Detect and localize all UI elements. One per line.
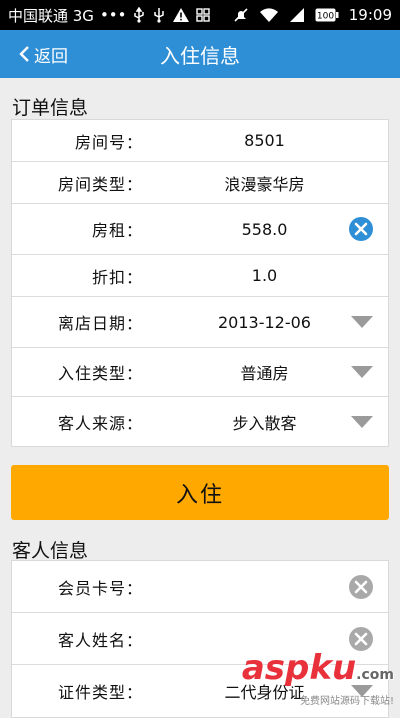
dropdown-arrow-icon[interactable]: [350, 415, 374, 429]
field-label: 离店日期：: [48, 310, 143, 334]
field-label: 房间号：: [48, 129, 143, 153]
field-label: 入住类型：: [48, 360, 143, 384]
guest-field-row: 客人姓名：: [12, 613, 388, 665]
clear-icon[interactable]: [348, 574, 374, 600]
usb-icon: [132, 7, 146, 23]
order-field-row: 房间类型： 浪漫豪华房: [12, 162, 388, 204]
guest-info-card: 会员卡号： 客人姓名： 证件类型： 二代身份证: [11, 560, 389, 718]
wifi-icon: [259, 7, 279, 23]
signal-icon: [289, 7, 305, 23]
order-section-title: 订单信息: [12, 93, 88, 120]
guest-field-row[interactable]: 证件类型： 二代身份证: [12, 665, 388, 717]
clear-icon[interactable]: [348, 216, 374, 242]
order-field-row: 房间号： 8501: [12, 120, 388, 162]
field-value[interactable]: 558.0: [172, 220, 357, 239]
order-field-row: 折扣： 1.0: [12, 255, 388, 297]
clock: 19:09: [349, 6, 392, 24]
checkin-button[interactable]: 入住: [11, 465, 389, 520]
field-label: 客人姓名：: [48, 627, 143, 651]
dropdown-arrow-icon[interactable]: [350, 684, 374, 698]
field-label: 房租：: [48, 217, 143, 241]
field-value[interactable]: 二代身份证: [172, 679, 357, 703]
order-field-row[interactable]: 入住类型： 普通房: [12, 348, 388, 397]
order-field-row[interactable]: 客人来源： 步入散客: [12, 397, 388, 446]
carrier-label: 中国联通 3G: [8, 5, 94, 26]
field-value[interactable]: 浪漫豪华房: [172, 171, 357, 195]
back-label: 返回: [34, 42, 68, 67]
field-value[interactable]: 步入散客: [172, 410, 357, 434]
order-field-row: 房租： 558.0: [12, 204, 388, 255]
warning-icon: [172, 7, 190, 23]
chevron-left-icon: [18, 45, 30, 63]
field-value[interactable]: 8501: [172, 131, 357, 150]
battery-level: 100: [317, 12, 334, 22]
back-button[interactable]: 返回: [18, 30, 68, 78]
field-label: 证件类型：: [48, 679, 143, 703]
field-value[interactable]: 2013-12-06: [172, 313, 357, 332]
guest-field-row: 会员卡号：: [12, 561, 388, 613]
usb-debug-icon: [152, 7, 166, 23]
guest-section-title: 客人信息: [12, 536, 88, 563]
nav-bar: 返回 入住信息: [0, 30, 400, 78]
order-info-card: 房间号： 8501 房间类型： 浪漫豪华房房租： 558.0 折扣： 1.0 离店日期： 201…: [11, 119, 389, 447]
grid-app-icon: [196, 8, 210, 22]
field-label: 房间类型：: [48, 171, 143, 195]
page-title: 入住信息: [160, 40, 240, 69]
field-label: 折扣：: [48, 264, 143, 288]
clear-icon[interactable]: [348, 626, 374, 652]
field-label: 客人来源：: [48, 410, 143, 434]
order-field-row[interactable]: 离店日期： 2013-12-06: [12, 297, 388, 348]
more-notifications-dots: •••: [100, 6, 127, 24]
status-bar: 中国联通 3G ••• 100 19:09: [0, 0, 400, 30]
dropdown-arrow-icon[interactable]: [350, 365, 374, 379]
field-value[interactable]: 普通房: [172, 360, 357, 384]
field-value[interactable]: 1.0: [172, 266, 357, 285]
battery-icon: 100: [315, 8, 339, 22]
field-label: 会员卡号：: [48, 575, 143, 599]
mute-icon: [233, 7, 249, 23]
dropdown-arrow-icon[interactable]: [350, 315, 374, 329]
